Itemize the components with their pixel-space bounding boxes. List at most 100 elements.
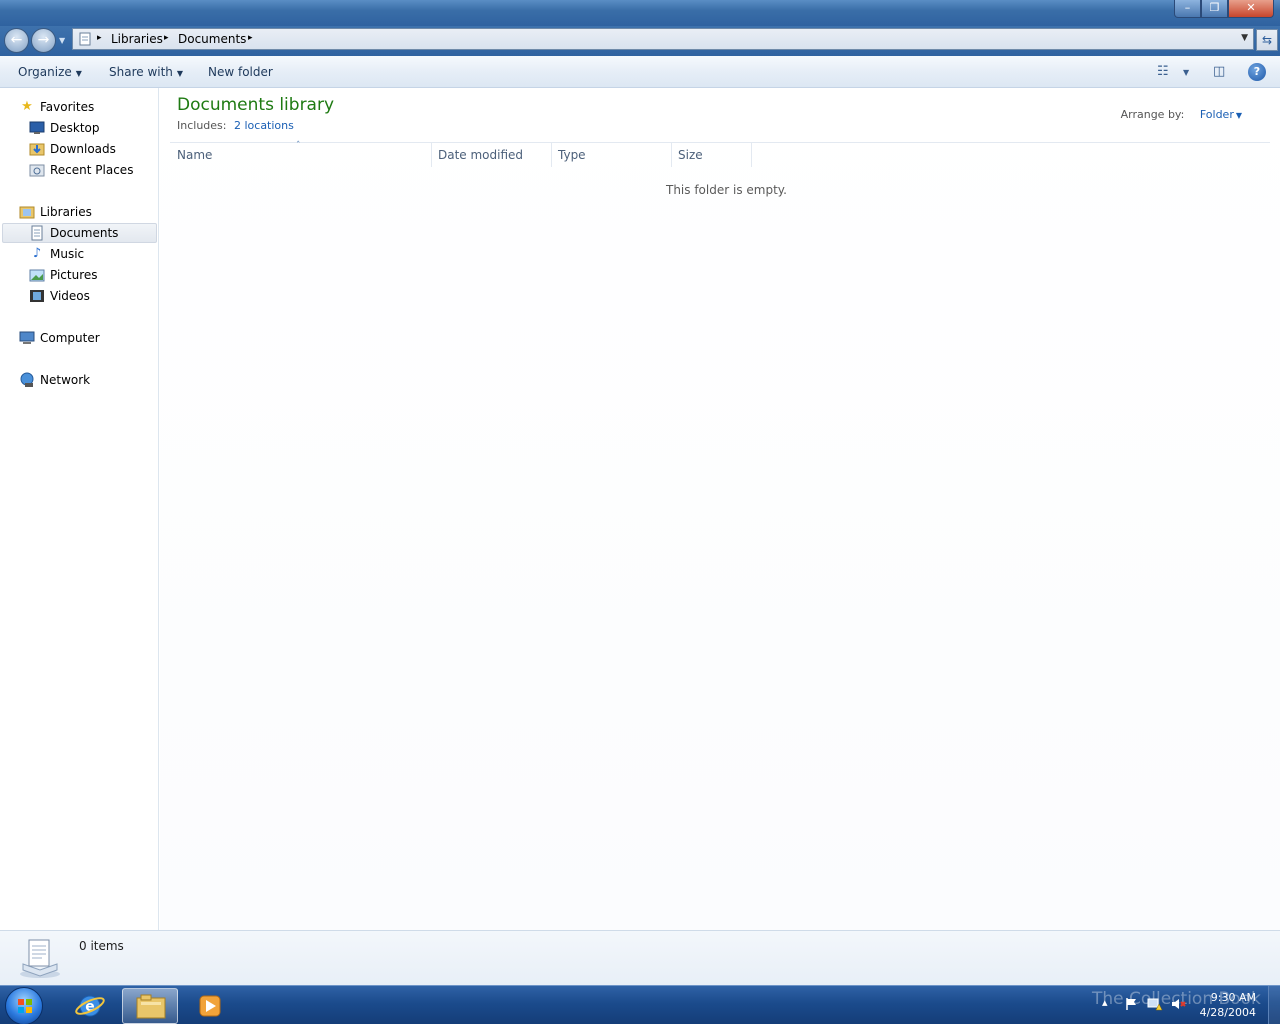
help-icon[interactable]: ?	[1248, 63, 1266, 81]
library-includes: Includes: 2 locations	[177, 119, 294, 132]
nav-network[interactable]: Network	[19, 370, 90, 390]
organize-label: Organize	[18, 65, 72, 79]
address-dropdown-icon[interactable]: ▼	[1241, 33, 1248, 43]
organize-menu[interactable]: Organize ▼	[18, 65, 82, 79]
nav-desktop[interactable]: Desktop	[29, 118, 100, 138]
arrange-by: Arrange by: Folder ▼	[1121, 108, 1242, 121]
volume-muted-icon[interactable]	[1171, 997, 1187, 1011]
address-bar[interactable]: ▸ Libraries ▸ Documents ▸ ▼	[72, 28, 1254, 50]
nav-favorites-label: Favorites	[40, 100, 95, 114]
documents-icon	[31, 225, 43, 241]
column-header-size[interactable]: Size	[672, 143, 752, 167]
nav-computer-label: Computer	[40, 331, 100, 345]
nav-downloads-label: Downloads	[50, 142, 116, 156]
star-icon: ★	[21, 99, 33, 114]
refresh-button[interactable]: ⇆	[1256, 29, 1278, 51]
breadcrumb-documents[interactable]: Documents	[178, 32, 246, 46]
nav-network-label: Network	[40, 373, 91, 387]
recent-places-icon	[29, 164, 45, 177]
back-arrow-icon: ←	[10, 32, 23, 48]
empty-folder-message: This folder is empty.	[666, 183, 787, 197]
nav-pictures[interactable]: Pictures	[29, 265, 98, 285]
nav-downloads[interactable]: Downloads	[29, 139, 116, 159]
column-header-type[interactable]: Type	[552, 143, 672, 167]
start-button[interactable]	[5, 987, 43, 1024]
breadcrumb-libraries[interactable]: Libraries	[111, 32, 163, 46]
windows-logo-icon	[18, 999, 32, 1013]
clock-date: 4/28/2004	[1199, 1006, 1256, 1019]
file-list-pane[interactable]: Documents library Includes: 2 locations …	[160, 88, 1280, 930]
network-icon	[20, 372, 34, 387]
chevron-down-icon: ▼	[176, 69, 184, 78]
column-header-date-modified[interactable]: Date modified	[432, 143, 552, 167]
details-pane: 0 items	[0, 930, 1280, 985]
refresh-icon: ⇆	[1261, 33, 1273, 47]
share-with-label: Share with	[109, 65, 173, 79]
nav-documents-label: Documents	[50, 226, 119, 240]
media-player-icon	[199, 995, 221, 1017]
show-hidden-icons-icon[interactable]: ▴	[1102, 996, 1108, 1009]
internet-explorer-icon: e	[75, 995, 105, 1017]
page-title: Documents library	[177, 95, 335, 115]
library-documents-large-icon	[20, 939, 60, 978]
nav-libraries-label: Libraries	[40, 205, 92, 219]
command-bar: Organize ▼ Share with ▼ New folder ☷ ▼ ◫ ?	[0, 56, 1280, 88]
nav-desktop-label: Desktop	[50, 121, 100, 135]
nav-documents[interactable]: Documents	[2, 223, 157, 243]
show-desktop-button[interactable]	[1268, 986, 1280, 1024]
taskbar-media-player[interactable]	[182, 988, 238, 1024]
includes-locations-link[interactable]: 2 locations	[234, 119, 294, 132]
navigation-pane: ★ Favorites Desktop Downloads Recent Pla…	[0, 88, 159, 930]
column-header-name[interactable]: Name	[171, 143, 432, 167]
breadcrumb-separator-icon[interactable]: ▸	[248, 33, 253, 43]
library-documents-icon	[79, 32, 91, 46]
arrange-by-label: Arrange by:	[1120, 108, 1185, 121]
pictures-icon	[29, 269, 45, 282]
preview-pane-icon[interactable]: ◫	[1213, 64, 1225, 79]
nav-music-label: Music	[50, 247, 85, 261]
item-count: 0 items	[79, 939, 124, 953]
maximize-button[interactable]: ❐	[1201, 0, 1228, 18]
arrange-by-dropdown[interactable]: Folder	[1200, 108, 1234, 121]
chevron-down-icon: ▼	[75, 69, 82, 78]
videos-filmstrip-icon	[30, 290, 44, 302]
nav-recent-places[interactable]: Recent Places	[29, 160, 133, 180]
nav-recent-places-label: Recent Places	[50, 163, 134, 177]
nav-libraries[interactable]: Libraries	[19, 202, 92, 222]
window-controls: – ❐ ✕	[1174, 0, 1274, 18]
forward-button[interactable]: →	[31, 28, 56, 53]
computer-icon	[19, 331, 35, 344]
recent-pages-dropdown-icon[interactable]: ▼	[59, 36, 65, 45]
address-row: ← → ▼ ▸ Libraries ▸ Documents ▸ ▼ ⇆	[0, 26, 1280, 56]
back-button[interactable]: ←	[4, 28, 29, 53]
breadcrumb-separator-icon[interactable]: ▸	[164, 33, 169, 43]
nav-music[interactable]: ♪ Music	[29, 244, 84, 264]
libraries-folder-icon	[19, 206, 35, 219]
nav-videos[interactable]: Videos	[29, 286, 90, 306]
action-center-flag-icon[interactable]	[1124, 997, 1138, 1011]
network-warning-icon[interactable]	[1147, 997, 1163, 1011]
forward-arrow-icon: →	[37, 32, 50, 48]
system-clock[interactable]: 9:30 AM 4/28/2004	[1200, 990, 1256, 1020]
explorer-folder-icon	[136, 994, 166, 1019]
nav-computer[interactable]: Computer	[19, 328, 100, 348]
nav-favorites[interactable]: ★ Favorites	[19, 97, 94, 117]
minimize-button[interactable]: –	[1174, 0, 1201, 18]
share-with-menu[interactable]: Share with ▼	[109, 65, 183, 79]
close-button[interactable]: ✕	[1228, 0, 1274, 18]
desktop-icon	[29, 121, 45, 134]
includes-label: Includes:	[177, 119, 227, 132]
view-options-chevron-icon[interactable]: ▼	[1183, 68, 1189, 77]
title-bar: – ❐ ✕	[0, 0, 1280, 26]
downloads-folder-icon	[29, 143, 45, 156]
taskbar-internet-explorer[interactable]: e	[62, 988, 118, 1024]
chevron-down-icon[interactable]: ▼	[1236, 111, 1242, 120]
taskbar-windows-explorer[interactable]	[122, 988, 178, 1024]
music-note-icon: ♪	[32, 246, 42, 261]
nav-videos-label: Videos	[50, 289, 90, 303]
change-view-icon[interactable]: ☷	[1157, 64, 1169, 79]
taskbar: e The Collection Book ▴ 9:30 AM 4/28/200…	[0, 985, 1280, 1024]
new-folder-button[interactable]: New folder	[208, 65, 273, 79]
breadcrumb-separator-icon[interactable]: ▸	[97, 33, 102, 43]
nav-pictures-label: Pictures	[50, 268, 98, 282]
